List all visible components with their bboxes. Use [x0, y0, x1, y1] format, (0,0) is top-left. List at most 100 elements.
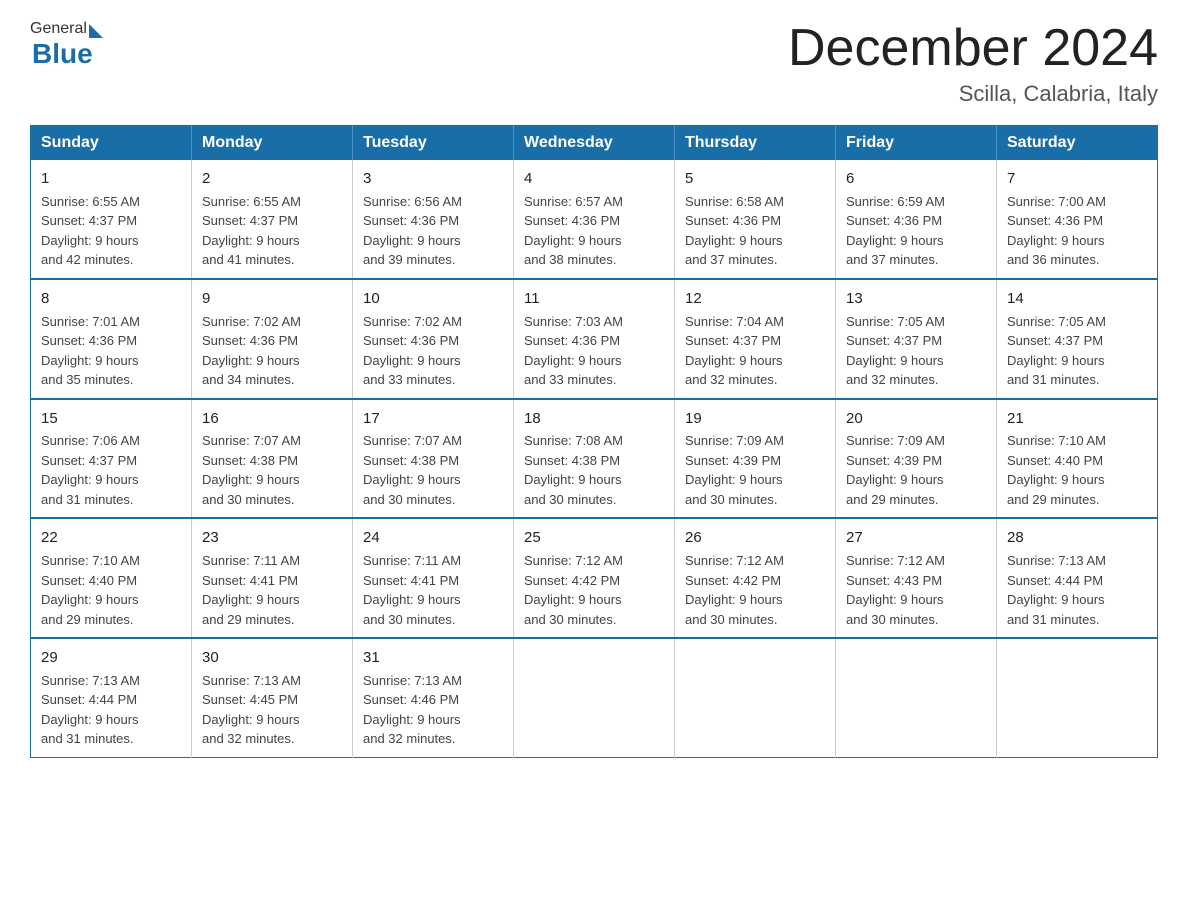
calendar-cell: 2 Sunrise: 6:55 AM Sunset: 4:37 PM Dayli…	[192, 160, 353, 279]
calendar-cell: 24 Sunrise: 7:11 AM Sunset: 4:41 PM Dayl…	[353, 518, 514, 638]
calendar-cell: 14 Sunrise: 7:05 AM Sunset: 4:37 PM Dayl…	[997, 279, 1158, 399]
day-number: 5	[685, 168, 825, 190]
calendar-cell: 10 Sunrise: 7:02 AM Sunset: 4:36 PM Dayl…	[353, 279, 514, 399]
day-info: Sunrise: 7:11 AM Sunset: 4:41 PM Dayligh…	[202, 551, 342, 629]
day-info: Sunrise: 7:02 AM Sunset: 4:36 PM Dayligh…	[202, 312, 342, 390]
day-info: Sunrise: 6:58 AM Sunset: 4:36 PM Dayligh…	[685, 192, 825, 270]
day-info: Sunrise: 7:03 AM Sunset: 4:36 PM Dayligh…	[524, 312, 664, 390]
day-number: 9	[202, 288, 342, 310]
day-info: Sunrise: 7:05 AM Sunset: 4:37 PM Dayligh…	[1007, 312, 1147, 390]
calendar-cell: 21 Sunrise: 7:10 AM Sunset: 4:40 PM Dayl…	[997, 399, 1158, 519]
calendar-cell: 3 Sunrise: 6:56 AM Sunset: 4:36 PM Dayli…	[353, 160, 514, 279]
calendar-header-row: Sunday Monday Tuesday Wednesday Thursday…	[31, 126, 1158, 161]
month-title: December 2024	[788, 20, 1158, 77]
day-number: 6	[846, 168, 986, 190]
calendar-week-3: 15 Sunrise: 7:06 AM Sunset: 4:37 PM Dayl…	[31, 399, 1158, 519]
col-sunday: Sunday	[31, 126, 192, 161]
logo-blue-text: Blue	[30, 38, 93, 70]
col-tuesday: Tuesday	[353, 126, 514, 161]
calendar-week-2: 8 Sunrise: 7:01 AM Sunset: 4:36 PM Dayli…	[31, 279, 1158, 399]
day-number: 8	[41, 288, 181, 310]
calendar-cell: 15 Sunrise: 7:06 AM Sunset: 4:37 PM Dayl…	[31, 399, 192, 519]
day-info: Sunrise: 7:06 AM Sunset: 4:37 PM Dayligh…	[41, 431, 181, 509]
day-info: Sunrise: 7:12 AM Sunset: 4:42 PM Dayligh…	[685, 551, 825, 629]
day-number: 3	[363, 168, 503, 190]
col-thursday: Thursday	[675, 126, 836, 161]
day-info: Sunrise: 7:13 AM Sunset: 4:44 PM Dayligh…	[41, 671, 181, 749]
calendar-cell: 31 Sunrise: 7:13 AM Sunset: 4:46 PM Dayl…	[353, 638, 514, 757]
day-info: Sunrise: 7:11 AM Sunset: 4:41 PM Dayligh…	[363, 551, 503, 629]
day-info: Sunrise: 7:01 AM Sunset: 4:36 PM Dayligh…	[41, 312, 181, 390]
calendar-cell: 27 Sunrise: 7:12 AM Sunset: 4:43 PM Dayl…	[836, 518, 997, 638]
day-number: 2	[202, 168, 342, 190]
calendar-cell: 7 Sunrise: 7:00 AM Sunset: 4:36 PM Dayli…	[997, 160, 1158, 279]
calendar-cell: 28 Sunrise: 7:13 AM Sunset: 4:44 PM Dayl…	[997, 518, 1158, 638]
day-number: 30	[202, 647, 342, 669]
location: Scilla, Calabria, Italy	[788, 81, 1158, 107]
calendar-cell	[836, 638, 997, 757]
day-number: 10	[363, 288, 503, 310]
day-info: Sunrise: 7:07 AM Sunset: 4:38 PM Dayligh…	[202, 431, 342, 509]
day-info: Sunrise: 6:59 AM Sunset: 4:36 PM Dayligh…	[846, 192, 986, 270]
day-info: Sunrise: 7:02 AM Sunset: 4:36 PM Dayligh…	[363, 312, 503, 390]
col-saturday: Saturday	[997, 126, 1158, 161]
calendar-cell: 26 Sunrise: 7:12 AM Sunset: 4:42 PM Dayl…	[675, 518, 836, 638]
logo-general-text: General	[30, 20, 87, 38]
calendar-week-4: 22 Sunrise: 7:10 AM Sunset: 4:40 PM Dayl…	[31, 518, 1158, 638]
day-info: Sunrise: 6:56 AM Sunset: 4:36 PM Dayligh…	[363, 192, 503, 270]
calendar-cell: 13 Sunrise: 7:05 AM Sunset: 4:37 PM Dayl…	[836, 279, 997, 399]
calendar-cell: 5 Sunrise: 6:58 AM Sunset: 4:36 PM Dayli…	[675, 160, 836, 279]
calendar-cell: 19 Sunrise: 7:09 AM Sunset: 4:39 PM Dayl…	[675, 399, 836, 519]
day-number: 18	[524, 408, 664, 430]
day-number: 11	[524, 288, 664, 310]
day-info: Sunrise: 7:07 AM Sunset: 4:38 PM Dayligh…	[363, 431, 503, 509]
day-number: 20	[846, 408, 986, 430]
calendar-cell: 1 Sunrise: 6:55 AM Sunset: 4:37 PM Dayli…	[31, 160, 192, 279]
day-number: 1	[41, 168, 181, 190]
calendar-cell: 20 Sunrise: 7:09 AM Sunset: 4:39 PM Dayl…	[836, 399, 997, 519]
calendar-cell: 9 Sunrise: 7:02 AM Sunset: 4:36 PM Dayli…	[192, 279, 353, 399]
day-info: Sunrise: 7:09 AM Sunset: 4:39 PM Dayligh…	[846, 431, 986, 509]
col-wednesday: Wednesday	[514, 126, 675, 161]
day-info: Sunrise: 7:13 AM Sunset: 4:46 PM Dayligh…	[363, 671, 503, 749]
calendar-cell: 25 Sunrise: 7:12 AM Sunset: 4:42 PM Dayl…	[514, 518, 675, 638]
col-friday: Friday	[836, 126, 997, 161]
day-info: Sunrise: 7:05 AM Sunset: 4:37 PM Dayligh…	[846, 312, 986, 390]
calendar-cell	[997, 638, 1158, 757]
calendar-cell: 17 Sunrise: 7:07 AM Sunset: 4:38 PM Dayl…	[353, 399, 514, 519]
day-number: 15	[41, 408, 181, 430]
day-number: 13	[846, 288, 986, 310]
day-number: 23	[202, 527, 342, 549]
day-info: Sunrise: 7:04 AM Sunset: 4:37 PM Dayligh…	[685, 312, 825, 390]
calendar-cell: 12 Sunrise: 7:04 AM Sunset: 4:37 PM Dayl…	[675, 279, 836, 399]
day-number: 25	[524, 527, 664, 549]
calendar-cell: 6 Sunrise: 6:59 AM Sunset: 4:36 PM Dayli…	[836, 160, 997, 279]
logo-arrow-icon	[89, 24, 103, 38]
day-number: 27	[846, 527, 986, 549]
calendar-week-1: 1 Sunrise: 6:55 AM Sunset: 4:37 PM Dayli…	[31, 160, 1158, 279]
day-number: 24	[363, 527, 503, 549]
day-number: 17	[363, 408, 503, 430]
calendar-cell: 8 Sunrise: 7:01 AM Sunset: 4:36 PM Dayli…	[31, 279, 192, 399]
calendar-cell: 29 Sunrise: 7:13 AM Sunset: 4:44 PM Dayl…	[31, 638, 192, 757]
day-number: 7	[1007, 168, 1147, 190]
calendar-cell: 11 Sunrise: 7:03 AM Sunset: 4:36 PM Dayl…	[514, 279, 675, 399]
calendar-cell: 22 Sunrise: 7:10 AM Sunset: 4:40 PM Dayl…	[31, 518, 192, 638]
day-number: 21	[1007, 408, 1147, 430]
calendar-cell: 4 Sunrise: 6:57 AM Sunset: 4:36 PM Dayli…	[514, 160, 675, 279]
day-info: Sunrise: 7:08 AM Sunset: 4:38 PM Dayligh…	[524, 431, 664, 509]
day-info: Sunrise: 7:00 AM Sunset: 4:36 PM Dayligh…	[1007, 192, 1147, 270]
day-number: 19	[685, 408, 825, 430]
day-number: 4	[524, 168, 664, 190]
calendar-table: Sunday Monday Tuesday Wednesday Thursday…	[30, 125, 1158, 758]
day-number: 26	[685, 527, 825, 549]
day-number: 31	[363, 647, 503, 669]
day-info: Sunrise: 6:55 AM Sunset: 4:37 PM Dayligh…	[41, 192, 181, 270]
col-monday: Monday	[192, 126, 353, 161]
page-header: General Blue December 2024 Scilla, Calab…	[30, 20, 1158, 107]
calendar-cell	[675, 638, 836, 757]
calendar-cell: 18 Sunrise: 7:08 AM Sunset: 4:38 PM Dayl…	[514, 399, 675, 519]
day-info: Sunrise: 7:09 AM Sunset: 4:39 PM Dayligh…	[685, 431, 825, 509]
day-info: Sunrise: 6:55 AM Sunset: 4:37 PM Dayligh…	[202, 192, 342, 270]
day-info: Sunrise: 7:13 AM Sunset: 4:44 PM Dayligh…	[1007, 551, 1147, 629]
